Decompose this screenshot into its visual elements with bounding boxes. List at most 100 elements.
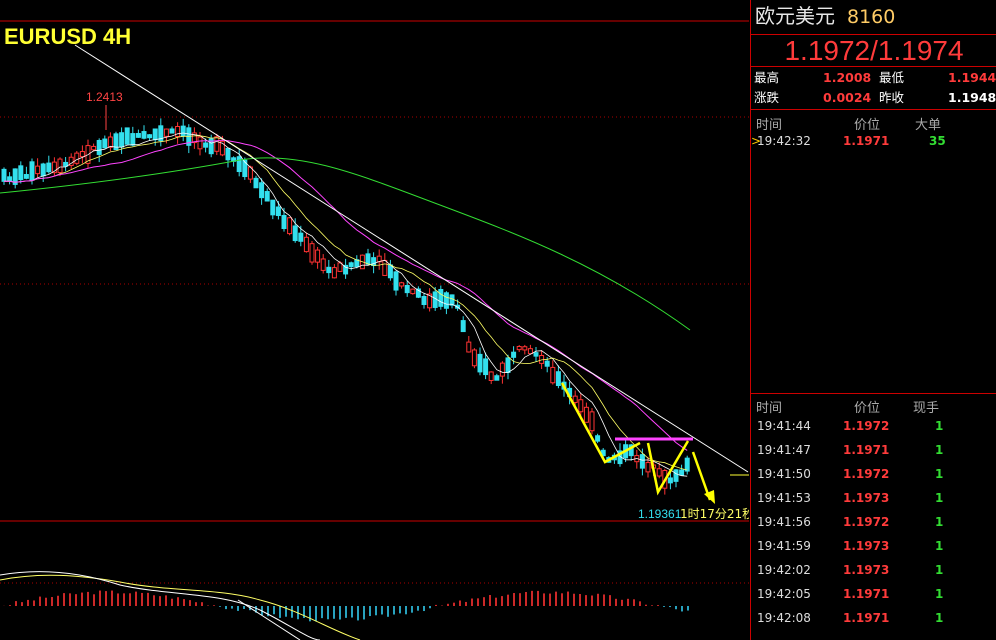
change-label: 涨跌 <box>754 90 780 105</box>
bar-countdown: 1时17分21秒 <box>680 507 749 521</box>
tick-time: 19:42:05 <box>757 587 811 601</box>
candle-body <box>135 133 141 138</box>
tick-time: 19:41:59 <box>757 539 811 553</box>
tick-row[interactable]: 19:42:02 1.1973 1 <box>751 559 996 583</box>
trend-line <box>74 44 749 473</box>
tick-time: 19:41:50 <box>757 467 811 481</box>
candle-body <box>684 457 690 472</box>
low-price-label: 1.19361 <box>638 507 682 521</box>
tick-vol: 1 <box>935 587 944 601</box>
candle-body <box>242 159 248 178</box>
tick-price: 1.1973 <box>843 563 890 577</box>
candle-body <box>460 320 466 333</box>
instrument-header: 欧元美元 8160 <box>751 0 996 35</box>
candle-body <box>169 128 175 134</box>
tick-row[interactable]: 19:41:50 1.1972 1 <box>751 463 996 487</box>
candle-body <box>91 145 97 151</box>
tick-vol: 1 <box>935 443 944 457</box>
candle-body <box>315 249 321 263</box>
price-stats: 最高 1.2008 最低 1.1944 涨跌 0.0024 昨收 1.1948 <box>751 67 996 110</box>
candle-body <box>348 262 354 268</box>
candle-body <box>511 351 517 358</box>
tick-price: 1.1972 <box>843 467 890 481</box>
tick-vol: 1 <box>935 563 944 577</box>
candle-body <box>130 133 136 146</box>
candle-body <box>57 158 63 174</box>
candle-body <box>102 138 108 149</box>
candle-body <box>544 360 550 367</box>
candle-body <box>35 165 41 175</box>
candlestick-chart[interactable]: 1.2413 1.19361 1时17分21秒 EURUSD 4H <box>0 0 749 640</box>
tick-time-header: 时间 <box>756 401 783 416</box>
big-order-row[interactable]: > 19:42:32 1.1971 35 <box>751 130 996 154</box>
candle-body <box>639 454 645 469</box>
candle-body <box>180 125 186 137</box>
candle-body <box>595 435 601 442</box>
big-order-vol: 35 <box>929 134 946 148</box>
candle-body <box>438 288 444 307</box>
tick-time: 19:41:47 <box>757 443 811 457</box>
change-value: 0.0024 <box>823 90 872 105</box>
candle-body <box>281 214 287 230</box>
candle-body <box>309 243 315 263</box>
candle-body <box>555 371 561 387</box>
candle-body <box>225 147 231 161</box>
chart-canvas[interactable]: 1.2413 1.193611时17分21秒 <box>0 0 749 640</box>
tick-row[interactable]: 19:41:44 1.1972 1 <box>751 415 996 439</box>
candle-body <box>287 217 293 235</box>
candle-body <box>23 174 29 179</box>
candle-body <box>505 357 511 373</box>
tick-price-header: 价位 <box>854 401 881 416</box>
instrument-name: 欧元美元 <box>755 4 835 28</box>
tick-row[interactable]: 19:41:56 1.1972 1 <box>751 511 996 535</box>
candle-body <box>516 346 522 351</box>
tick-vol: 1 <box>935 467 944 481</box>
candle-body <box>79 151 85 158</box>
tick-price: 1.1971 <box>843 611 890 625</box>
candle-body <box>264 191 270 202</box>
tick-vol: 1 <box>935 419 944 433</box>
tick-vol-header: 现手 <box>913 401 940 416</box>
candle-body <box>152 128 158 141</box>
candle-body <box>107 136 113 148</box>
candle-body <box>253 177 259 189</box>
low-value: 1.1944 <box>948 70 996 85</box>
tick-time: 19:41:53 <box>757 491 811 505</box>
instrument-code: 8160 <box>847 6 896 28</box>
candle-body <box>163 128 169 137</box>
tick-row[interactable]: 19:41:47 1.1971 1 <box>751 439 996 463</box>
candle-body <box>583 406 589 423</box>
quote-panel: 欧元美元 8160 1.1972/1.1974 最高 1.2008 最低 1.19… <box>750 0 996 640</box>
bid-ask-quote: 1.1972/1.1974 <box>751 35 996 67</box>
candle-body <box>29 161 35 181</box>
candle-body <box>40 163 46 177</box>
candle-body <box>303 236 309 253</box>
candle-body <box>236 156 242 173</box>
candle-body <box>275 206 281 217</box>
candle-body <box>343 264 349 275</box>
candle-body <box>298 232 304 242</box>
tick-price: 1.1973 <box>843 539 890 553</box>
tick-price: 1.1971 <box>843 587 890 601</box>
candle-body <box>326 266 332 274</box>
tick-row[interactable]: 19:41:53 1.1973 1 <box>751 487 996 511</box>
candle-body <box>645 462 651 473</box>
ma20-line <box>3 139 688 451</box>
tick-row[interactable]: 19:42:05 1.1971 1 <box>751 583 996 607</box>
ma60-line <box>0 157 691 331</box>
candle-body <box>124 127 130 145</box>
candle-body <box>147 134 153 139</box>
tick-row[interactable]: 19:42:08 1.1971 1 <box>751 607 996 631</box>
macd-signal-line <box>0 574 361 640</box>
candle-body <box>589 411 595 432</box>
candle-body <box>7 176 13 182</box>
candle-body <box>488 371 494 381</box>
candle-body <box>1 168 7 182</box>
candle-body <box>292 225 298 242</box>
tick-row[interactable]: 19:41:59 1.1973 1 <box>751 535 996 559</box>
candle-body <box>667 477 673 484</box>
tick-vol: 1 <box>935 515 944 529</box>
tick-time: 19:42:02 <box>757 563 811 577</box>
chart-title: EURUSD 4H <box>4 24 132 49</box>
candle-body <box>393 271 399 291</box>
